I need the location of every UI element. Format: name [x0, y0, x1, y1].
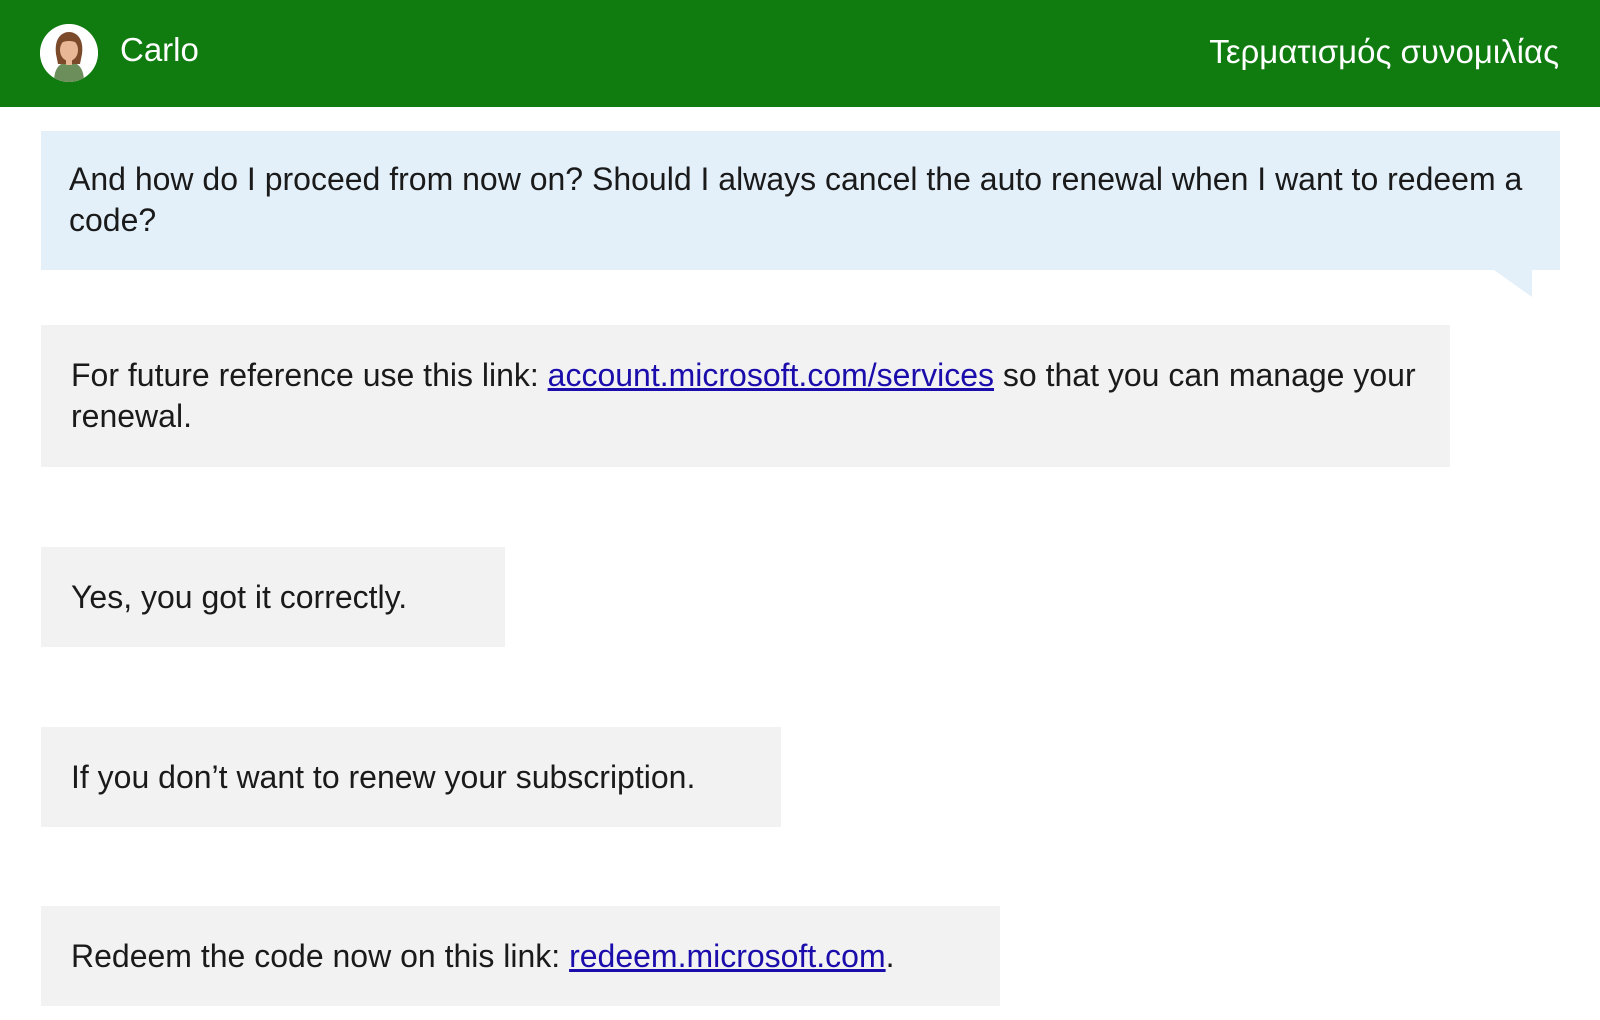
agent-message-bubble: For future reference use this link: acco…	[41, 325, 1450, 467]
redeem-link[interactable]: redeem.microsoft.com	[569, 938, 886, 974]
message-text-before-link: For future reference use this link:	[71, 357, 548, 393]
agent-message-text: Yes, you got it correctly.	[71, 578, 408, 615]
message-text-before-link: Redeem the code now on this link:	[71, 937, 570, 974]
user-message-bubble: And how do I proceed from now on? Should…	[41, 131, 1560, 297]
agent-message-bubble: If you don’t want to renew your subscrip…	[41, 727, 781, 827]
agent-message-bubble: Yes, you got it correctly.	[41, 547, 505, 647]
chat-header: Carlo Τερματισμός συνομιλίας	[0, 0, 1600, 107]
agent-message-bubble: Redeem the code now on this link: redeem…	[41, 906, 1000, 1006]
user-message-text: And how do I proceed from now on? Should…	[69, 161, 1523, 238]
agent-name: Carlo	[120, 31, 199, 68]
agent-message-text: Redeem the code now on this link: redeem…	[71, 936, 894, 977]
account-services-link[interactable]: account.microsoft.com/services	[548, 357, 994, 393]
end-chat-button[interactable]: Τερματισμός συνομιλίας	[1209, 30, 1559, 74]
bubble-tail	[1494, 270, 1532, 297]
agent-message-text: If you don’t want to renew your subscrip…	[71, 758, 696, 795]
agent-message-text: For future reference use this link: acco…	[71, 355, 1420, 437]
agent-avatar-icon	[40, 24, 98, 82]
message-text-after-link: .	[885, 937, 895, 974]
